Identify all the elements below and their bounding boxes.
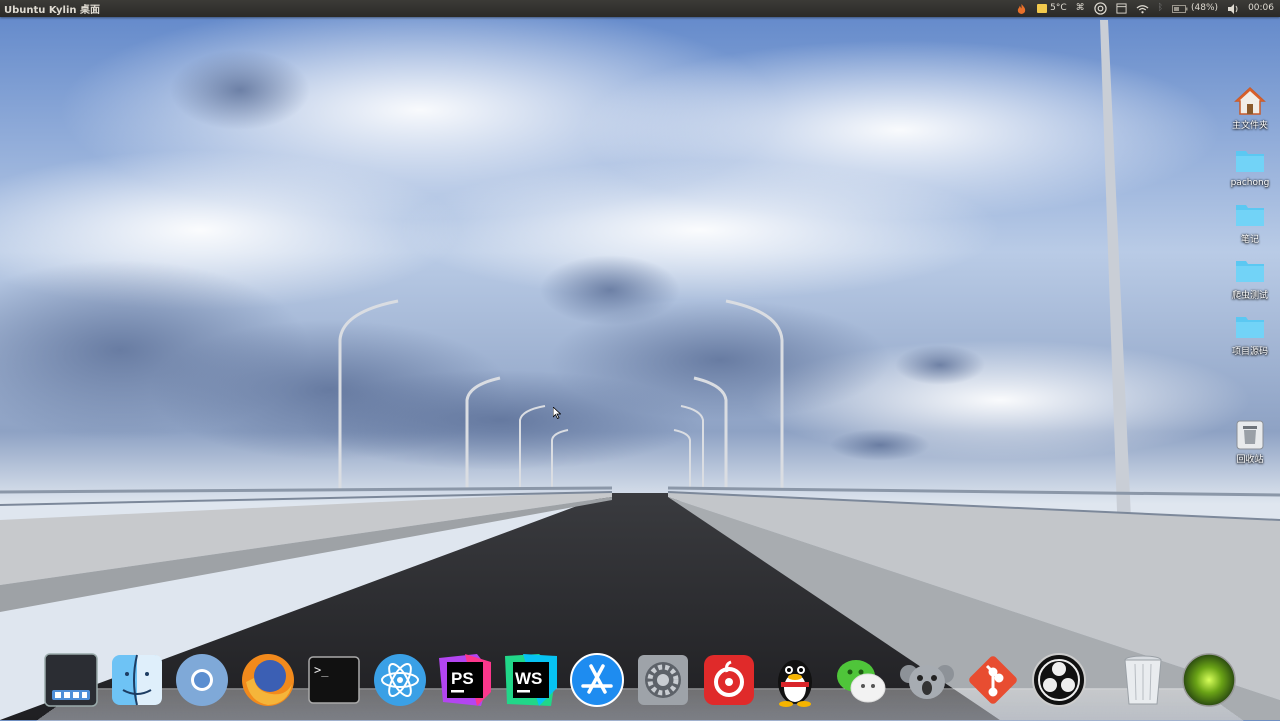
weather-icon [1037, 4, 1048, 13]
terminal-prompt: >_ [314, 663, 329, 677]
dock-trash[interactable] [1115, 652, 1171, 708]
terminal-icon: >_ [308, 656, 360, 704]
battery-percent: (48%) [1191, 3, 1219, 13]
bluetooth-icon[interactable]: ᛒ [1158, 0, 1163, 17]
desktop-icon-crawler-test[interactable]: 爬虫测试 [1220, 256, 1280, 301]
dock-app-store[interactable] [569, 652, 625, 708]
workspace-switcher-icon [44, 653, 98, 707]
desktop-icon-label: 项目源码 [1231, 347, 1268, 357]
folder-icon [1236, 205, 1264, 226]
koala-icon [900, 665, 954, 699]
battery-indicator[interactable]: (48%) [1172, 0, 1218, 17]
desktop-icon-pachong[interactable]: pachong [1220, 146, 1280, 188]
fire-icon[interactable] [1016, 3, 1027, 14]
volume-icon[interactable] [1227, 3, 1239, 14]
desktop-icon-label: 爬虫测试 [1231, 291, 1268, 301]
git-icon [969, 656, 1017, 704]
green-orb-icon [1182, 653, 1236, 707]
dock-chromium[interactable] [174, 652, 230, 708]
webstorm-icon: WS [505, 654, 557, 706]
phpstorm-label: PS [451, 669, 474, 688]
top-panel: Ubuntu Kylin 桌面 5°C ⌘ ᛒ (48%) 00:06 [0, 0, 1280, 17]
desktop-icon-label: 笔记 [1240, 235, 1259, 245]
dock-git[interactable] [965, 652, 1021, 708]
app-store-icon [570, 653, 624, 707]
dock-firefox[interactable] [240, 652, 296, 708]
home-icon [1234, 86, 1266, 115]
desktop-icon-project-source[interactable]: 项目源码 [1220, 312, 1280, 357]
desktop-icon-home[interactable]: 主文件夹 [1220, 86, 1280, 131]
dock-netease-music[interactable] [701, 652, 757, 708]
dock-phpstorm[interactable]: PS [437, 652, 493, 708]
dock-wechat[interactable] [833, 652, 889, 708]
desktop-icon-label: 主文件夹 [1231, 121, 1268, 131]
dock-workspace-switcher[interactable] [43, 652, 99, 708]
desktop-icon-notes[interactable]: 笔记 [1220, 200, 1280, 245]
system-tray: 5°C ⌘ ᛒ (48%) 00:06 [1016, 0, 1274, 17]
obs-studio-icon [1032, 653, 1086, 707]
folder-icon [1236, 317, 1264, 338]
dock-system-settings[interactable] [635, 652, 691, 708]
qq-penguin-icon [778, 660, 812, 707]
gear-icon [638, 655, 688, 705]
dock-webstorm[interactable]: WS [503, 652, 559, 708]
desktop-icon-trash[interactable]: 回收站 [1220, 420, 1280, 465]
dock-obs-studio[interactable] [1031, 652, 1087, 708]
wechat-icon [837, 660, 886, 703]
phpstorm-icon: PS [439, 654, 491, 706]
trash-icon [1236, 420, 1264, 450]
wifi-icon[interactable] [1136, 4, 1149, 14]
atom-icon [374, 654, 426, 706]
firefox-icon [242, 654, 294, 706]
webstorm-label: WS [515, 669, 542, 688]
desktop-icon-label: 回收站 [1236, 455, 1264, 465]
folder-icon [1236, 261, 1264, 282]
finder-icon [112, 654, 162, 706]
dock-qq[interactable] [767, 652, 823, 708]
desktop-wallpaper [0, 0, 1280, 720]
battery-icon [1172, 4, 1188, 13]
dock-finder[interactable] [109, 652, 165, 708]
mouse-cursor-icon [553, 407, 561, 419]
netease-music-icon [704, 655, 754, 705]
dock-atom[interactable] [372, 652, 428, 708]
calendar-icon[interactable] [1116, 3, 1127, 14]
desktop-icon-label: pachong [1230, 178, 1270, 188]
weather-temp: 5°C [1050, 3, 1067, 13]
keyboard-icon[interactable]: ⌘ [1076, 0, 1085, 17]
chromium-icon [176, 654, 228, 706]
folder-icon [1236, 151, 1264, 172]
clock[interactable]: 00:06 [1248, 0, 1274, 17]
trash-can-icon [1124, 655, 1162, 705]
ubuntu-logo-icon[interactable] [1093, 2, 1107, 15]
dock-green-orb[interactable] [1181, 652, 1237, 708]
window-title: Ubuntu Kylin 桌面 [4, 5, 100, 16]
weather-widget[interactable]: 5°C [1036, 0, 1067, 17]
dock-terminal[interactable]: >_ [306, 652, 362, 708]
dock-koala[interactable] [899, 652, 955, 708]
